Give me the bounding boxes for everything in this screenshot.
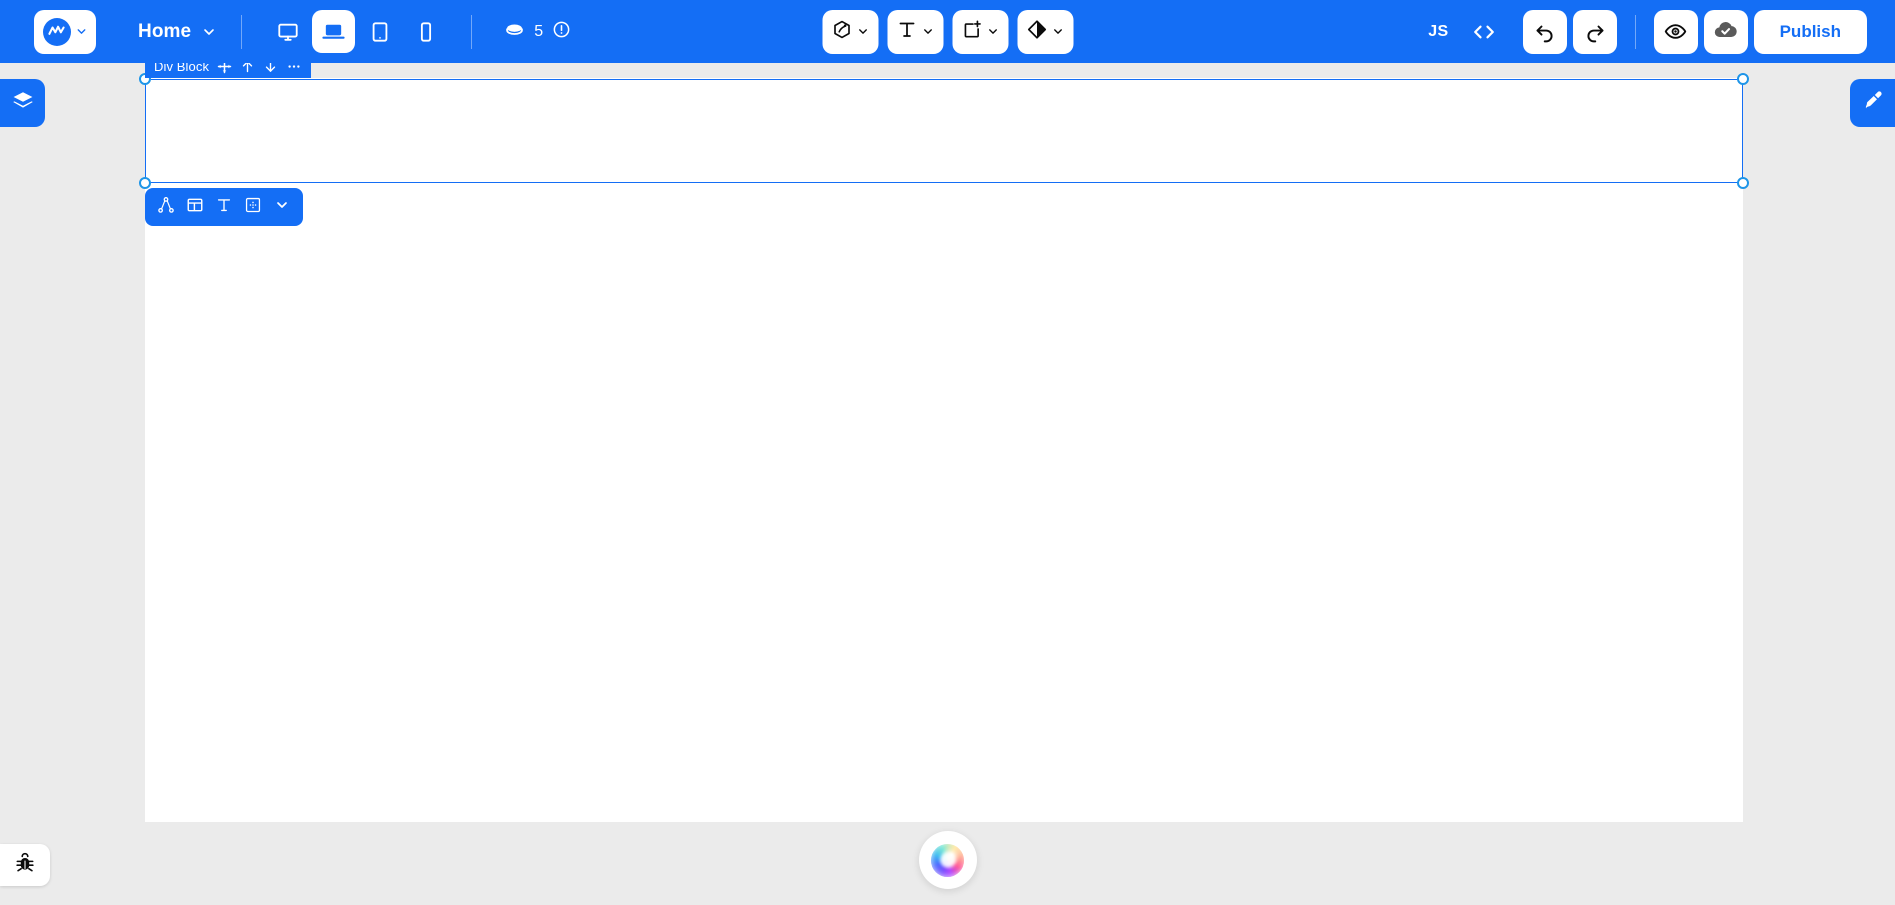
toolbar-divider [1634, 14, 1636, 49]
topbar-right-group: JS Publish [1418, 9, 1867, 54]
breakpoint-mobile[interactable] [404, 10, 447, 53]
component-hexagon-icon [831, 19, 852, 45]
variables-tool-button[interactable] [1017, 9, 1073, 54]
quick-add-component[interactable] [153, 193, 179, 221]
chevron-down-icon [75, 25, 88, 38]
page-menu-label: Home [138, 20, 192, 42]
publish-group: Publish [1653, 9, 1867, 54]
redo-button[interactable] [1572, 9, 1617, 54]
preview-button[interactable] [1653, 9, 1698, 54]
layout-columns-icon [186, 196, 204, 219]
add-box-icon [961, 19, 982, 45]
toolbar-divider [241, 14, 243, 49]
sidebar-item-navigator[interactable] [0, 79, 45, 127]
webflow-logo-button[interactable] [34, 9, 96, 54]
ai-orb-icon [931, 843, 964, 877]
chevron-down-icon [201, 24, 217, 40]
breakpoint-group [266, 10, 447, 53]
report-bug-button[interactable] [0, 844, 50, 886]
text-tool-button[interactable] [887, 9, 943, 54]
breakpoint-desktop[interactable] [312, 10, 356, 53]
quick-add-toolbar [145, 188, 303, 226]
quick-add-more[interactable] [269, 193, 295, 221]
text-t-icon [896, 19, 917, 45]
chevron-down-icon [986, 25, 999, 38]
components-tool-button[interactable] [822, 9, 878, 54]
cloud-check-icon [1713, 17, 1738, 47]
quick-add-div-block[interactable] [240, 193, 266, 221]
history-group [1522, 9, 1617, 54]
text-t-icon [215, 196, 233, 219]
quick-add-text[interactable] [211, 193, 237, 221]
toolbar-divider [471, 14, 473, 49]
alert-circle-icon[interactable] [552, 20, 571, 44]
chevron-down-icon [921, 25, 934, 38]
saved-status-button[interactable] [1703, 9, 1748, 54]
ai-assistant-button[interactable] [918, 831, 977, 889]
paintbrush-icon [1861, 89, 1884, 117]
sidebar-item-style[interactable] [1850, 79, 1895, 127]
chevron-down-icon [856, 25, 869, 38]
contrast-diamond-icon [1026, 19, 1047, 45]
layers-stack-icon [11, 89, 35, 118]
coin-icon [504, 19, 525, 45]
chevron-down-icon [274, 197, 290, 218]
topbar-left-group: Home 5 [0, 9, 571, 54]
breakpoint-tablet[interactable] [358, 10, 401, 53]
node-hierarchy-icon [157, 196, 175, 219]
bug-icon [14, 852, 36, 879]
element-tools-group [822, 9, 1073, 54]
breakpoint-desktop-xl[interactable] [266, 10, 309, 53]
js-button[interactable]: JS [1418, 23, 1458, 41]
credits-count: 5 [534, 22, 544, 40]
undo-button[interactable] [1522, 9, 1567, 54]
publish-button[interactable]: Publish [1753, 9, 1867, 54]
credits-group[interactable]: 5 [504, 19, 571, 45]
top-toolbar: Home 5 JS Publish [0, 0, 1895, 63]
chevron-down-icon [1051, 25, 1064, 38]
dotted-box-icon [244, 196, 262, 219]
webflow-logo-icon [42, 17, 71, 46]
design-canvas[interactable] [145, 78, 1743, 822]
code-brackets-icon[interactable] [1459, 21, 1509, 43]
add-element-button[interactable] [952, 9, 1008, 54]
quick-add-layout[interactable] [182, 193, 208, 221]
page-menu-button[interactable]: Home [138, 21, 217, 43]
